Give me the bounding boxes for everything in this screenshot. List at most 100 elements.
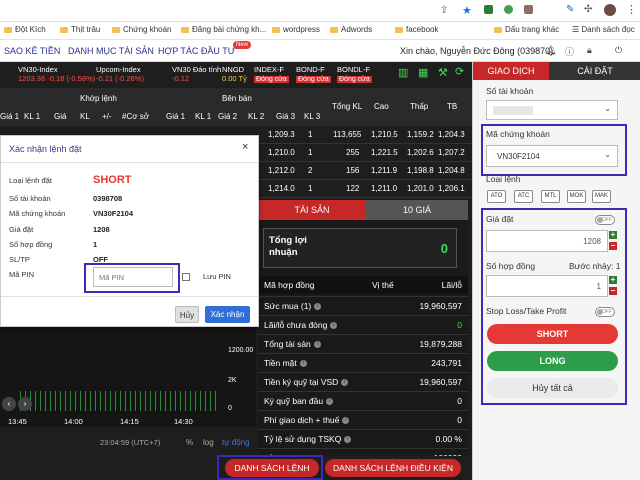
nav-statement[interactable]: SAO KÊ TIỀN	[4, 46, 60, 56]
decrease-price-button[interactable]: −	[609, 242, 617, 250]
increase-quantity-button[interactable]: +	[609, 276, 617, 284]
col-ban-gia2: Giá 2	[218, 112, 238, 121]
bondl-f[interactable]: BONDL-F Đóng cửa	[337, 65, 372, 83]
chart-level: 0	[228, 405, 232, 412]
bookmark-item[interactable]: Chứng khoán	[112, 25, 172, 34]
order-type-atc[interactable]: ATC	[514, 190, 533, 203]
bookmark-item[interactable]: Adwords	[330, 25, 372, 34]
info-icon[interactable]: i	[341, 379, 349, 387]
info-icon[interactable]: i	[342, 417, 350, 425]
cancel-all-button[interactable]: Hủy tất cả	[487, 378, 618, 398]
price-toggle[interactable]: OFF	[595, 215, 615, 225]
upcom-index[interactable]: Upcom-Index -0.21 (-0.26%)	[96, 65, 144, 83]
pin-input[interactable]	[93, 267, 173, 287]
lock-icon[interactable]: 🔒︎	[587, 45, 592, 56]
tab-trade[interactable]: GIAO DỊCH	[473, 62, 549, 80]
info-icon[interactable]: i	[330, 322, 338, 330]
nav-portfolio[interactable]: DANH MỤC TÀI SẢN	[68, 46, 154, 56]
log-toggle[interactable]: log	[203, 438, 214, 447]
percent-toggle[interactable]: %	[186, 438, 193, 447]
tab-10-price[interactable]: 10 GIÁ	[366, 200, 468, 220]
info-icon[interactable]: i	[314, 303, 322, 311]
folder-icon	[330, 26, 338, 33]
hammer-icon[interactable]: ⚒	[438, 66, 448, 79]
info-icon[interactable]: ⓘ	[565, 45, 574, 58]
account-select[interactable]: ⌄	[486, 100, 618, 120]
modal-label: SL/TP	[9, 255, 30, 264]
modal-value: 1	[93, 240, 98, 249]
bell-icon[interactable]: 🔔︎	[545, 45, 556, 56]
refresh-icon[interactable]: ⟳	[455, 65, 464, 78]
grid-icon[interactable]: ▦	[418, 66, 428, 79]
bookmark-item[interactable]: facebook	[395, 25, 438, 34]
order-type-mak[interactable]: MAK	[592, 190, 611, 203]
close-icon[interactable]: ×	[242, 141, 248, 153]
chart-icon[interactable]: ▥	[398, 66, 408, 79]
avatar[interactable]	[604, 4, 616, 16]
tab-settings[interactable]: CÀI ĐẶT	[549, 62, 640, 80]
bookmark-label: Adwords	[341, 25, 373, 34]
group-khop: Khớp lệnh	[80, 94, 117, 103]
order-list-button[interactable]: DANH SÁCH LỆNH	[225, 459, 319, 477]
extension-icon[interactable]	[524, 5, 533, 14]
reading-list[interactable]: ☰ Danh sách đọc	[572, 25, 635, 34]
confirm-button[interactable]: Xác nhận	[205, 306, 250, 323]
quantity-input[interactable]: 1	[486, 275, 608, 297]
vn30-index[interactable]: VN30-Index 1203.36 -0.18 (-0.58%)	[18, 65, 95, 83]
logout-icon[interactable]: ⏻	[615, 45, 622, 56]
save-pin-checkbox[interactable]	[182, 273, 190, 281]
extension-icon[interactable]	[504, 5, 513, 14]
order-type-mtl[interactable]: MTL	[541, 190, 560, 203]
long-button[interactable]: LONG	[487, 351, 618, 371]
short-button[interactable]: SHORT	[487, 324, 618, 344]
price-input[interactable]: 1208	[486, 230, 608, 252]
account-value-mask	[493, 106, 533, 115]
tab-assets[interactable]: TÀI SẢN	[258, 200, 366, 220]
puzzle-icon[interactable]: ✣	[584, 4, 592, 15]
cell: 1,209.3	[268, 130, 295, 139]
order-type-mok[interactable]: MOK	[567, 190, 586, 203]
bookmark-other[interactable]: Dấu trang khác	[494, 25, 559, 34]
price-chart[interactable]: 1200.00 2K 0 ‹ › 13:45 14:00 14:15 14:30	[0, 327, 256, 427]
folder-icon	[112, 26, 120, 33]
vn30-calc[interactable]: VN30 Đáo tính -0.12	[172, 65, 221, 83]
folder-icon	[4, 26, 12, 33]
info-icon[interactable]: i	[344, 436, 352, 444]
sltp-toggle[interactable]: OFF	[595, 307, 615, 317]
nav-investment[interactable]: HỢP TÁC ĐẦU TƯ	[158, 46, 235, 56]
pen-icon[interactable]: ✎	[566, 4, 574, 15]
menu-icon[interactable]: ⋮	[626, 3, 637, 16]
conditional-order-list-button[interactable]: DANH SÁCH LỆNH ĐIỀU KIỆN	[325, 459, 461, 477]
info-icon[interactable]: i	[326, 398, 334, 406]
index-label: BOND-F	[296, 65, 325, 74]
symbol-select[interactable]: VN30F2104 ⌄	[486, 145, 618, 167]
nngd[interactable]: NNGD 0.00 Tỷ	[222, 65, 247, 83]
star-icon[interactable]: ★	[462, 4, 472, 17]
status-badge: Đóng cửa	[337, 76, 372, 83]
scroll-left-icon[interactable]: ‹	[2, 397, 16, 411]
cancel-button[interactable]: Hủy	[175, 306, 199, 323]
col-gia: Giá	[54, 112, 67, 121]
bond-f[interactable]: BOND-F Đóng cửa	[296, 65, 331, 83]
bookmark-item[interactable]: Thịt trâu	[60, 25, 100, 34]
info-icon[interactable]: i	[313, 341, 321, 349]
decrease-quantity-button[interactable]: −	[609, 287, 617, 295]
extension-icon[interactable]	[484, 5, 493, 14]
col-gia1: Giá 1	[0, 112, 20, 121]
cell: 1,204.3	[438, 130, 465, 139]
index-f[interactable]: INDEX-F Đóng cửa	[254, 65, 289, 83]
asset-label: Ký quỹ ban đầu	[264, 396, 324, 406]
info-icon[interactable]: i	[299, 360, 307, 368]
increase-price-button[interactable]: +	[609, 231, 617, 239]
bookmark-item[interactable]: wordpress	[272, 25, 320, 34]
order-type-ato[interactable]: ATO	[487, 190, 506, 203]
asset-label: Tiền mặt	[264, 358, 297, 368]
share-icon[interactable]: ⇪	[440, 5, 448, 16]
asset-label: Tiền ký quỹ tại VSD	[264, 377, 339, 387]
bookmark-item[interactable]: Đột Kích	[4, 25, 46, 34]
col-total: Tổng KL	[332, 102, 363, 111]
auto-toggle[interactable]: tự động	[222, 438, 250, 447]
bookmark-item[interactable]: Đăng bài chứng kh...	[181, 25, 266, 34]
scroll-right-icon[interactable]: ›	[18, 397, 32, 411]
index-label: INDEX-F	[254, 65, 284, 74]
